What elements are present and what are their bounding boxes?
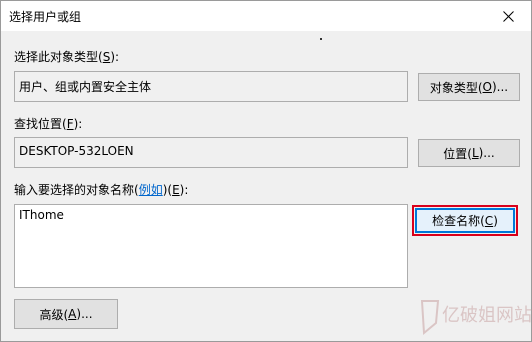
examples-link[interactable]: 例如: [139, 183, 163, 197]
close-icon: [502, 10, 514, 22]
watermark-logo: 亿破姐网站: [420, 300, 532, 336]
object-names-value: IThome: [19, 208, 64, 222]
object-names-label: 输入要选择的对象名称(例如)(E):: [14, 183, 189, 197]
object-type-field: 用户、组或内置安全主体: [14, 71, 408, 102]
close-button[interactable]: [485, 1, 531, 31]
select-users-or-groups-dialog: 选择用户或组 选择此对象类型(S): 用户、组或内置安全主体 对象类型(O)..…: [0, 0, 532, 342]
advanced-button[interactable]: 高级(A)...: [14, 299, 118, 329]
object-types-button[interactable]: 对象类型(O)...: [418, 73, 520, 101]
object-names-input[interactable]: IThome: [14, 204, 408, 288]
title-bar: 选择用户或组: [1, 1, 531, 31]
cursor-dot: [320, 38, 322, 40]
check-names-button[interactable]: 检查名称(C): [415, 208, 515, 233]
locations-button[interactable]: 位置(L)...: [418, 139, 520, 167]
location-label: 查找位置(F):: [14, 117, 83, 131]
location-value: DESKTOP-532LOEN: [19, 144, 134, 158]
window-title: 选择用户或组: [9, 10, 82, 24]
object-type-value: 用户、组或内置安全主体: [19, 80, 152, 94]
object-type-label: 选择此对象类型(S):: [14, 50, 120, 64]
svg-text:亿破姐网站: 亿破姐网站: [442, 305, 532, 326]
location-field: DESKTOP-532LOEN: [14, 137, 408, 168]
